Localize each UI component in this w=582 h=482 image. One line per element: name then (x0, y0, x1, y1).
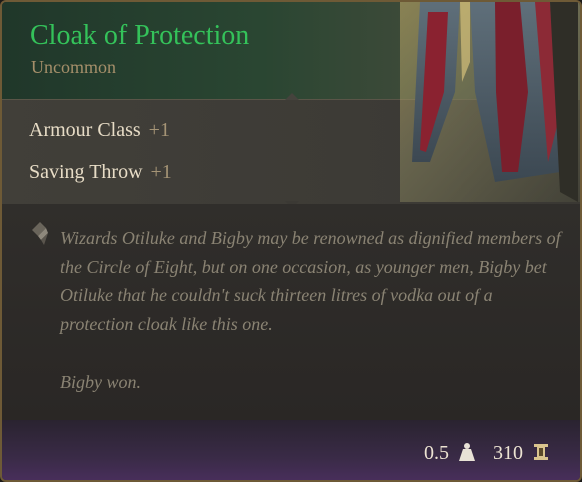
stat-armour-class: Armour Class +1 (29, 119, 170, 142)
stat-saving-throw: Saving Throw +1 (29, 161, 172, 184)
divider-notch (285, 93, 299, 100)
cloak-image (400, 2, 580, 202)
item-rarity: Uncommon (31, 57, 116, 77)
quill-icon (32, 222, 48, 245)
stat-value: +1 (148, 119, 170, 141)
item-name: Cloak of Protection (30, 20, 250, 51)
description-paragraph: Wizards Otiluke and Bigby may be renowne… (60, 228, 561, 335)
stat-label: Saving Throw (29, 161, 143, 183)
description-section: Wizards Otiluke and Bigby may be renowne… (2, 204, 580, 420)
item-description: Wizards Otiluke and Bigby may be renowne… (60, 224, 565, 396)
tooltip-footer: 0.5 310 (2, 420, 580, 480)
stat-value: +1 (150, 161, 172, 183)
item-tooltip: Cloak of Protection Uncommon Armour Clas… (0, 0, 582, 482)
weight-icon (459, 443, 475, 461)
stat-label: Armour Class (29, 119, 141, 141)
item-weight: 0.5 (424, 442, 449, 464)
gold-coin-icon (534, 444, 548, 460)
item-price: 310 (493, 442, 523, 464)
description-paragraph: Bigby won. (60, 371, 141, 392)
